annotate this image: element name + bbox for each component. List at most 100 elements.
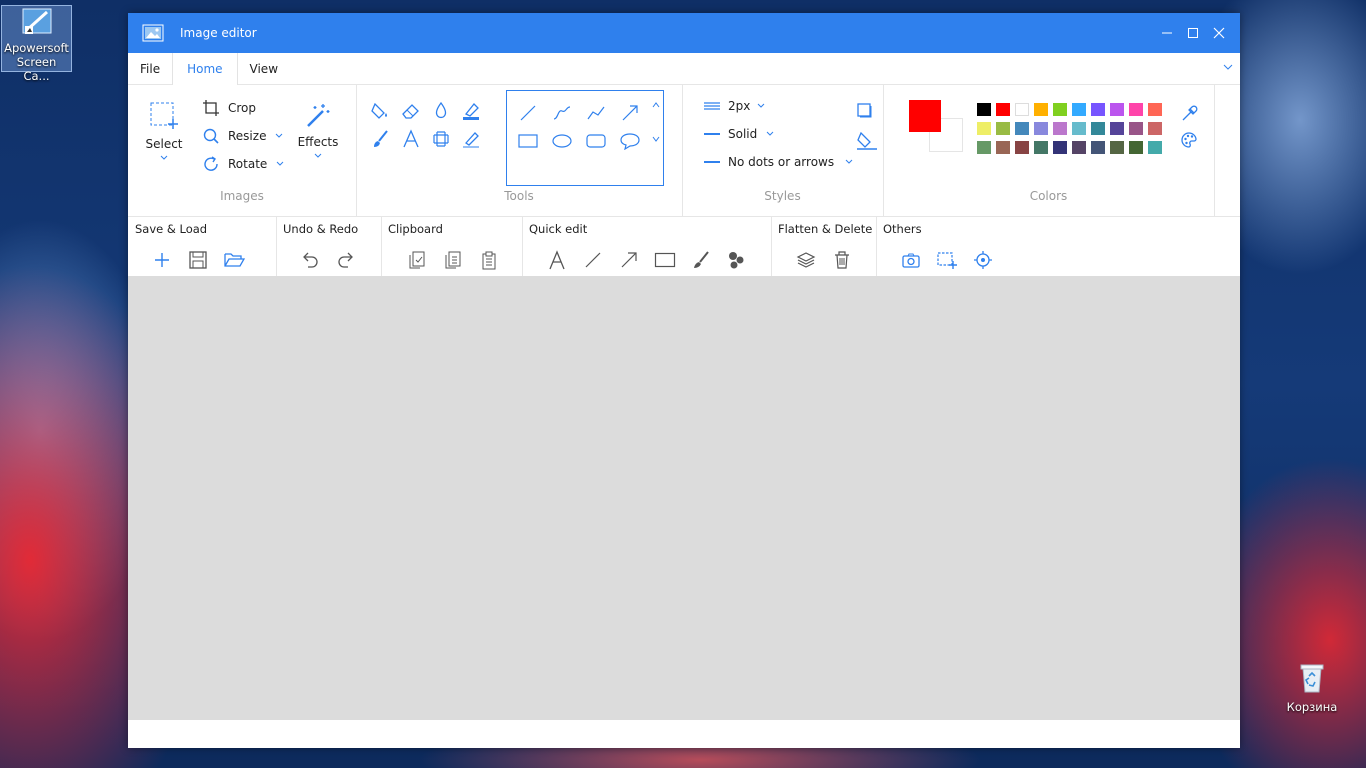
polyline-shape-icon[interactable] [579, 99, 613, 127]
color-swatch[interactable] [977, 103, 991, 116]
arrow-shape-icon[interactable] [613, 99, 647, 127]
color-swatch[interactable] [1053, 103, 1067, 116]
color-swatch[interactable] [977, 141, 991, 154]
gallery-scroll-down-icon[interactable] [651, 135, 661, 143]
tab-view[interactable]: View [238, 53, 290, 84]
camera-icon[interactable] [893, 248, 929, 272]
duplicate-icon[interactable] [435, 248, 471, 272]
color-swatch[interactable] [1148, 103, 1162, 116]
curve-shape-icon[interactable] [545, 99, 579, 127]
outline-square-icon [856, 101, 874, 119]
resize-button[interactable]: Resize [202, 127, 284, 145]
collapse-ribbon-chevron-icon[interactable] [1222, 61, 1234, 73]
settings-crosshair-icon[interactable] [965, 248, 1001, 272]
quick-line-icon[interactable] [575, 248, 611, 272]
tab-file[interactable]: File [128, 53, 172, 84]
color-swatch[interactable] [1110, 141, 1124, 154]
color-swatch[interactable] [1072, 141, 1086, 154]
image-editor-window: Image editor File Home View Select Crop … [128, 13, 1240, 748]
color-swatch[interactable] [1110, 122, 1124, 135]
section-clipboard: Clipboard [381, 217, 523, 279]
drawing-canvas[interactable] [128, 276, 1240, 720]
line-style-dropdown[interactable]: Solid [704, 127, 775, 141]
primary-color-swatch[interactable] [909, 100, 941, 132]
highlighter-icon[interactable] [460, 97, 490, 125]
color-swatch[interactable] [1015, 103, 1029, 116]
rectangle-shape-icon[interactable] [511, 127, 545, 155]
minimize-button[interactable] [1154, 13, 1180, 53]
undo-icon[interactable] [292, 248, 328, 272]
color-swatch[interactable] [1015, 122, 1029, 135]
color-swatch[interactable] [1129, 122, 1143, 135]
blur-drop-icon[interactable] [430, 97, 460, 125]
color-swatch[interactable] [1091, 103, 1105, 116]
color-swatch[interactable] [1091, 141, 1105, 154]
save-icon[interactable] [180, 248, 216, 272]
section-quick-edit: Quick edit [522, 217, 772, 279]
color-swatch[interactable] [1034, 103, 1048, 116]
select-button[interactable]: Select [145, 99, 183, 162]
color-swatch[interactable] [1072, 122, 1086, 135]
color-swatch[interactable] [1129, 103, 1143, 116]
gallery-scroll-up-icon[interactable] [651, 101, 661, 109]
color-swatch[interactable] [1129, 141, 1143, 154]
maximize-button[interactable] [1180, 13, 1206, 53]
region-capture-icon[interactable] [929, 248, 965, 272]
section-title-clipboard: Clipboard [388, 222, 443, 236]
quick-brush-icon[interactable] [683, 248, 719, 272]
copy-icon[interactable] [399, 248, 435, 272]
group-images: Select Crop Resize Rotate Effects Images [128, 85, 357, 216]
quick-step-numbers-icon[interactable] [719, 248, 755, 272]
edit-colors-button[interactable] [1180, 131, 1198, 149]
quick-rectangle-icon[interactable] [647, 248, 683, 272]
callout-shape-icon[interactable] [613, 127, 647, 155]
ellipse-shape-icon[interactable] [545, 127, 579, 155]
fill-icon[interactable] [370, 97, 400, 125]
fill-toggle[interactable] [856, 129, 878, 151]
quick-text-icon[interactable] [539, 248, 575, 272]
color-swatch[interactable] [1053, 122, 1067, 135]
color-swatch[interactable] [1110, 103, 1124, 116]
paste-icon[interactable] [471, 248, 507, 272]
eraser-icon[interactable] [400, 97, 430, 125]
color-swatch[interactable] [1091, 122, 1105, 135]
color-swatch[interactable] [1072, 103, 1086, 116]
color-swatch[interactable] [996, 103, 1010, 116]
desktop-icon-apowersoft[interactable]: Apowersoft Screen Ca... [1, 5, 72, 83]
color-swatch[interactable] [1034, 141, 1048, 154]
color-swatch[interactable] [1034, 122, 1048, 135]
rotate-button[interactable]: Rotate [202, 155, 285, 173]
delete-icon[interactable] [824, 248, 860, 272]
color-swatch[interactable] [996, 122, 1010, 135]
mosaic-icon[interactable] [430, 125, 460, 153]
color-swatch[interactable] [977, 122, 991, 135]
crop-icon [202, 99, 220, 117]
quick-arrow-icon[interactable] [611, 248, 647, 272]
desktop-icon-recycle-bin[interactable]: Корзина [1282, 660, 1342, 714]
color-swatch[interactable] [1015, 141, 1029, 154]
effects-button[interactable]: Effects [296, 101, 340, 160]
chevron-down-icon [765, 130, 775, 138]
line-shape-icon[interactable] [511, 99, 545, 127]
color-swatch[interactable] [1053, 141, 1067, 154]
line-width-dropdown[interactable]: 2px [704, 99, 766, 113]
open-folder-icon[interactable] [216, 248, 252, 272]
marker-icon[interactable] [460, 125, 490, 153]
title-bar[interactable]: Image editor [128, 13, 1240, 53]
color-swatch[interactable] [1148, 122, 1162, 135]
new-icon[interactable] [144, 248, 180, 272]
color-swatch[interactable] [996, 141, 1010, 154]
brush-icon[interactable] [370, 125, 400, 153]
rounded-rect-shape-icon[interactable] [579, 127, 613, 155]
crop-button[interactable]: Crop [202, 99, 256, 117]
group-colors: Colors [883, 85, 1215, 216]
redo-icon[interactable] [328, 248, 364, 272]
tab-home[interactable]: Home [172, 53, 238, 85]
close-button[interactable] [1206, 13, 1232, 53]
line-ends-dropdown[interactable]: No dots or arrows [704, 155, 854, 169]
color-picker-button[interactable] [1180, 105, 1198, 123]
outline-toggle[interactable] [856, 101, 874, 119]
color-swatch[interactable] [1148, 141, 1162, 154]
flatten-layers-icon[interactable] [788, 248, 824, 272]
text-icon[interactable] [400, 125, 430, 153]
